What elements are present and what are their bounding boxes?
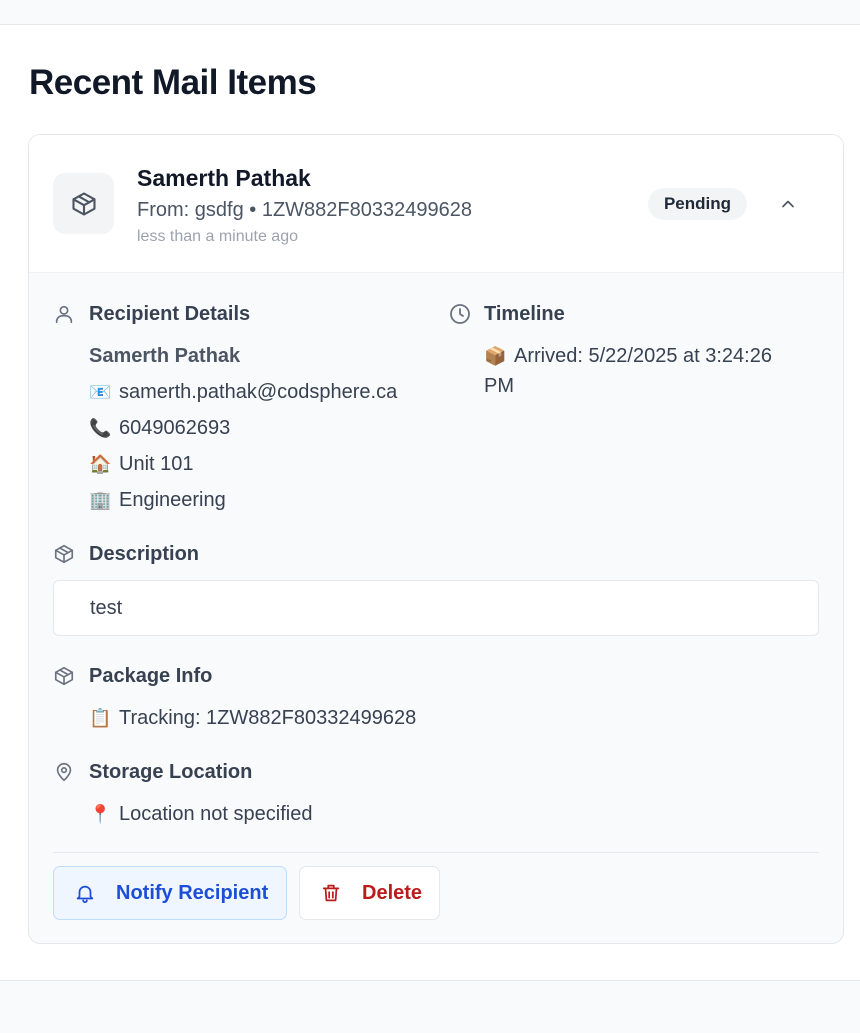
bell-icon	[76, 885, 94, 904]
delete-label: Delete	[362, 881, 423, 904]
arrived-line: 📦 Arrived: 5/22/2025 at 3:24:26	[484, 345, 772, 368]
recipient-unit: 🏠 Unit 101	[89, 453, 194, 476]
location-text: Location not specified	[119, 803, 313, 825]
mail-panel: Recent Mail Items Samerth Pathak From: g…	[0, 25, 860, 981]
location-line: 📍 Location not specified	[89, 803, 312, 826]
package-icon	[53, 173, 114, 234]
notify-recipient-label: Notify Recipient	[116, 881, 269, 904]
recipient-details-name: Samerth Pathak	[89, 345, 241, 367]
package-emoji-icon: 📦	[484, 346, 507, 367]
tracking-line: 📋 Tracking: 1ZW882F80332499628	[89, 707, 416, 730]
arrived-text: Arrived: 5/22/2025 at 3:24:26	[514, 345, 772, 367]
mail-item-header[interactable]: Samerth Pathak From: gsdfg • 1ZW882F8033…	[29, 135, 843, 273]
status-badge: Pending	[648, 188, 747, 220]
recipient-department: 🏢 Engineering	[89, 489, 226, 512]
description-text: test	[90, 597, 123, 619]
map-pin-icon	[56, 762, 72, 782]
collapse-button[interactable]	[773, 189, 803, 219]
office-building-icon: 🏢	[89, 490, 112, 511]
tracking-text: Tracking: 1ZW882F80332499628	[119, 707, 417, 729]
recipient-unit-text: Unit 101	[119, 453, 194, 475]
notify-recipient-button[interactable]: Notify Recipient	[53, 866, 287, 920]
pushpin-icon: 📍	[89, 804, 112, 825]
recipient-phone-text: 6049062693	[119, 417, 231, 439]
page-title: Recent Mail Items	[29, 63, 317, 102]
arrived-line-continued: PM	[484, 375, 514, 397]
user-icon	[55, 305, 73, 324]
sender-tracking-line: From: gsdfg • 1ZW882F80332499628	[137, 199, 472, 221]
recipient-department-text: Engineering	[119, 489, 226, 511]
recipient-name: Samerth Pathak	[137, 165, 311, 191]
top-bar	[0, 0, 860, 25]
phone-icon: 📞	[89, 418, 112, 439]
package-icon	[54, 666, 74, 686]
recipient-email-text: samerth.pathak@codsphere.ca	[119, 381, 398, 403]
package-info-title: Package Info	[89, 665, 213, 687]
recipient-email: 📧 samerth.pathak@codsphere.ca	[89, 381, 397, 404]
trash-icon	[322, 884, 340, 902]
delete-button[interactable]: Delete	[299, 866, 440, 920]
package-icon	[54, 544, 74, 564]
description-title: Description	[89, 543, 200, 565]
clock-icon	[450, 304, 470, 324]
email-icon: 📧	[89, 382, 112, 403]
timeline-title: Timeline	[484, 303, 565, 325]
recipient-details-title: Recipient Details	[89, 303, 251, 325]
storage-location-title: Storage Location	[89, 761, 253, 783]
clipboard-icon: 📋	[89, 708, 112, 729]
recipient-phone: 📞 6049062693	[89, 417, 230, 440]
actions-divider	[53, 852, 819, 853]
description-box: test	[53, 580, 819, 636]
chevron-up-icon	[782, 200, 794, 208]
received-time: less than a minute ago	[137, 228, 298, 245]
house-icon: 🏠	[89, 454, 112, 475]
mail-item-card: Samerth Pathak From: gsdfg • 1ZW882F8033…	[28, 134, 844, 944]
